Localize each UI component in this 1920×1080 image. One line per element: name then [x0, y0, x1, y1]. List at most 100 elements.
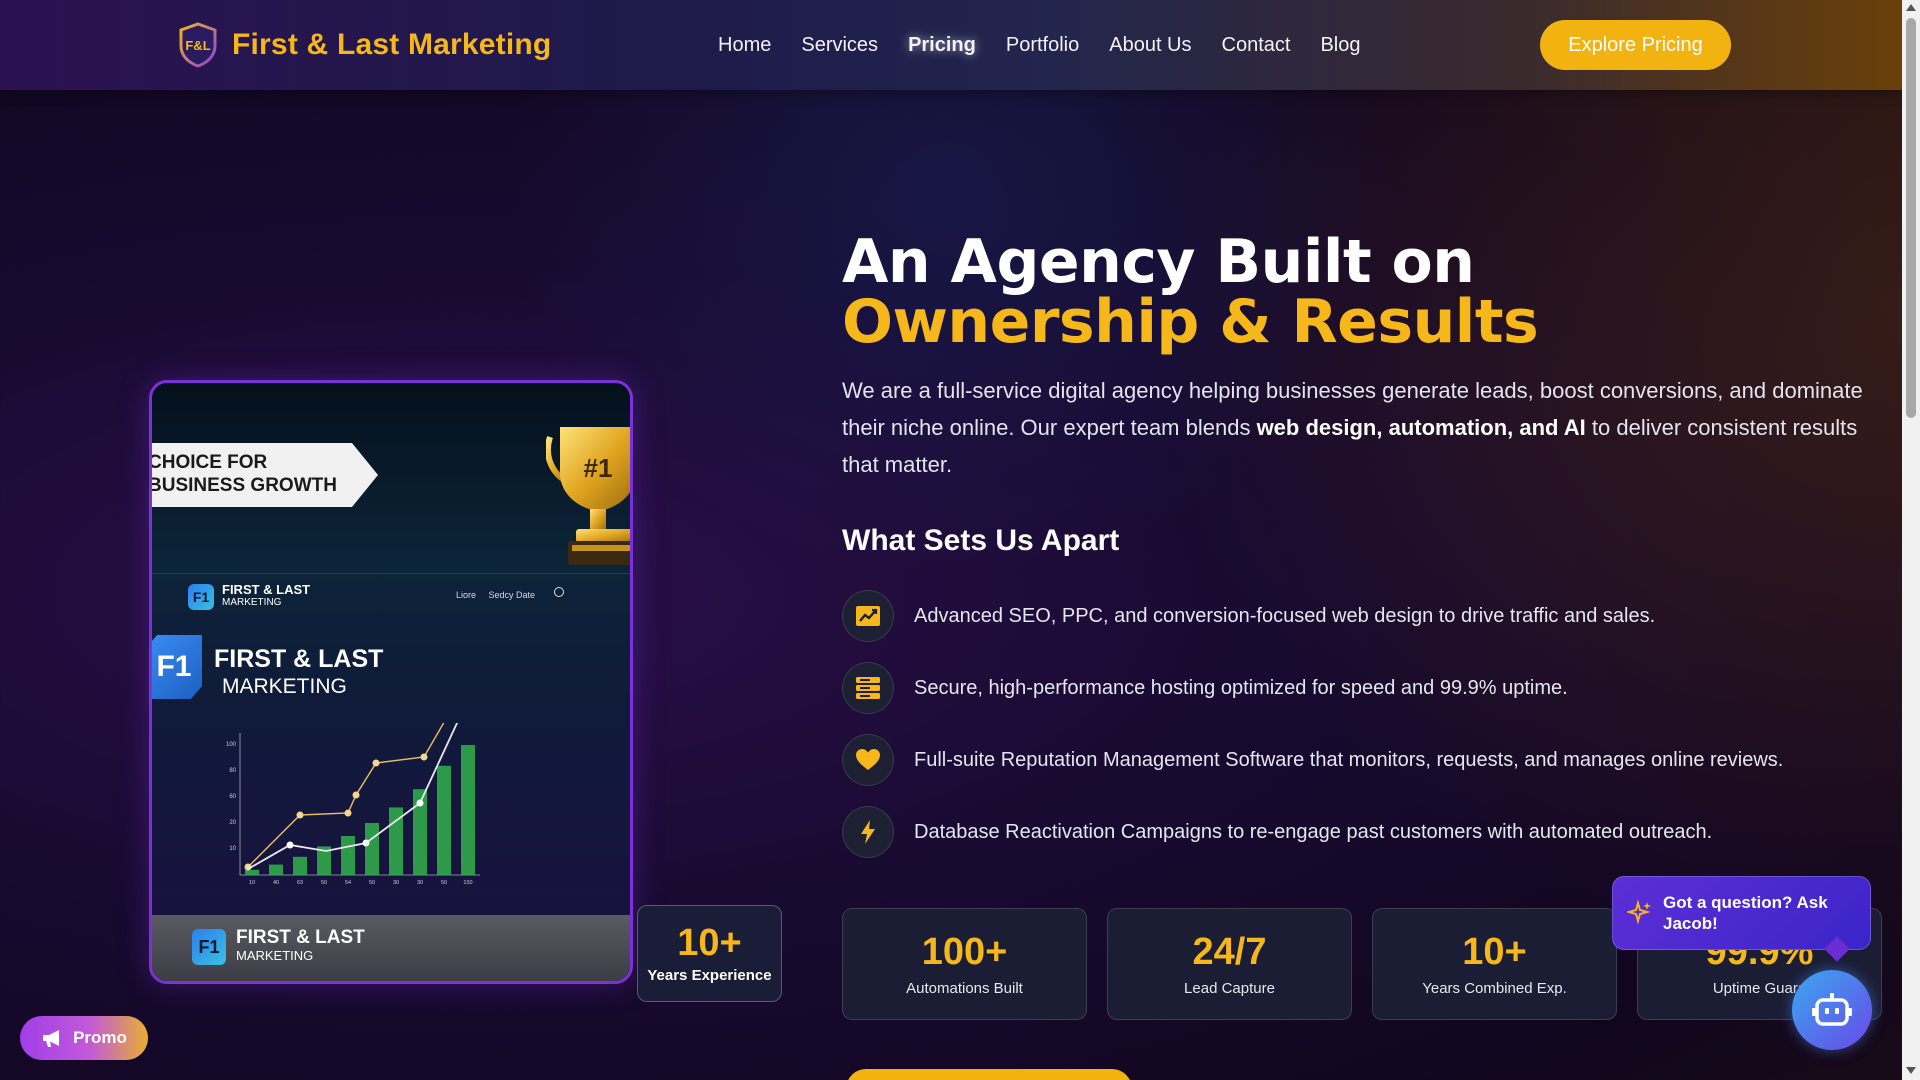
big-brand-sub: MARKETING	[222, 675, 347, 698]
mini-brand: FIRST & LAST MARKETING	[222, 583, 310, 609]
nav-home[interactable]: Home	[718, 34, 771, 57]
stat-card-lead-capture: 24/7 Lead Capture	[1107, 908, 1352, 1020]
feature-text: Database Reactivation Campaigns to re-en…	[914, 820, 1713, 843]
chart-point-gold	[296, 811, 304, 819]
feature-item-reactivation: Database Reactivation Campaigns to re-en…	[842, 806, 1882, 858]
chart-x-tick-label: 50	[441, 880, 447, 886]
experience-label: Years Experience	[647, 967, 772, 984]
feature-text: Secure, high-performance hosting optimiz…	[914, 676, 1568, 699]
chart-bar	[293, 856, 307, 875]
footer-brand-sub: MARKETING	[236, 948, 314, 963]
chart-x-tick-label: 40	[273, 880, 279, 886]
megaphone-icon	[43, 1030, 60, 1047]
ribbon-line1: CHOICE FOR	[149, 452, 268, 473]
chart-x-tick-label: 30	[393, 880, 399, 886]
ribbon-banner: CHOICE FOR BUSINESS GROWTH	[152, 443, 352, 507]
big-brand: FIRST & LAST MARKETING	[214, 645, 383, 701]
chart-y-tick-label: 80	[229, 768, 236, 774]
mini-brand-name: FIRST & LAST	[222, 582, 311, 597]
nav-pricing[interactable]: Pricing	[908, 34, 976, 57]
chat-prompt-text: Got a question? Ask Jacob!	[1663, 893, 1828, 933]
stat-label: Years Combined Exp.	[1422, 979, 1567, 997]
scroll-thumb[interactable]	[1906, 18, 1916, 418]
ribbon-tip	[352, 443, 378, 507]
brand[interactable]: F&L First & Last Marketing	[178, 22, 551, 68]
nav-portfolio[interactable]: Portfolio	[1006, 34, 1079, 57]
bottom-cta-button[interactable]	[846, 1069, 1132, 1080]
stat-value: 100+	[921, 930, 1008, 973]
mini-logo: F1	[188, 584, 214, 610]
brand-name[interactable]: First & Last Marketing	[232, 28, 551, 62]
experience-value: 10+	[677, 922, 742, 964]
stat-label: Lead Capture	[1184, 979, 1275, 997]
chart-bar	[461, 745, 475, 875]
chart-x-tick-label: 50	[369, 880, 375, 886]
footer-logo: F1	[192, 929, 226, 965]
footer-brand: FIRST & LAST MARKETING	[236, 927, 365, 965]
chart-bar	[341, 836, 355, 875]
mini-search-icon	[554, 587, 564, 597]
scroll-down-arrow-icon[interactable]	[1906, 1067, 1916, 1074]
hero-title-line1: An Agency Built on	[842, 227, 1475, 297]
chart-bar	[365, 823, 379, 875]
trophy-icon: #1	[546, 427, 630, 565]
section-title-apart: What Sets Us Apart	[842, 524, 1120, 557]
chart-y-tick-label: 60	[229, 794, 236, 800]
chart-point-gold	[420, 753, 428, 761]
inner-site-nav: F1 FIRST & LAST MARKETING Liore Sedcy Da…	[152, 573, 630, 617]
bolt-icon	[842, 806, 894, 858]
promo-label: Promo	[73, 1028, 127, 1047]
card-footer-strip: F1 FIRST & LAST MARKETING	[152, 915, 630, 981]
chart-x-tick-label: 54	[345, 880, 351, 886]
hero-description: We are a full-service digital agency hel…	[842, 372, 1882, 483]
scroll-up-arrow-icon[interactable]	[1906, 4, 1916, 11]
chart-bar	[245, 869, 259, 875]
hero-desc-bold: web design, automation, and AI	[1256, 415, 1586, 440]
chart-point-gold	[344, 809, 352, 817]
stat-card-years: 10+ Years Combined Exp.	[1372, 908, 1617, 1020]
page-scrollbar[interactable]	[1902, 0, 1920, 1080]
feature-item-seo: Advanced SEO, PPC, and conversion-focuse…	[842, 590, 1882, 642]
sparkle-icon	[1627, 900, 1651, 925]
chart-x-tick-label: 50	[321, 880, 327, 886]
chart-point-white	[362, 839, 370, 847]
brand-logo-text: F&L	[185, 38, 210, 53]
experience-badge: 10+ Years Experience	[637, 905, 782, 1002]
ribbon-line2: BUSINESS GROWTH	[149, 475, 337, 496]
stat-card-automations: 100+ Automations Built	[842, 908, 1087, 1020]
feature-text: Full-suite Reputation Management Softwar…	[914, 748, 1784, 771]
mini-brand-sub: MARKETING	[222, 597, 282, 608]
hero-image-card: CHOICE FOR BUSINESS GROWTH #1 F1 FIRST &…	[149, 380, 633, 984]
growth-chart: 100 80 60 20 10 10 40 63 50 54 50 30 30 50 150	[226, 723, 480, 886]
chart-line-icon	[842, 590, 894, 642]
chart-y-tick-label: 20	[229, 820, 236, 826]
hero-title-line2: Ownership & Results	[842, 287, 1539, 357]
robot-icon	[1812, 993, 1852, 1026]
server-icon	[842, 662, 894, 714]
chart-y-tick-label: 10	[229, 846, 236, 852]
chart-bar	[269, 864, 283, 875]
heart-icon	[842, 734, 894, 786]
footer-brand-name: FIRST & LAST	[236, 927, 365, 948]
stat-label: Uptime Guara	[1712, 979, 1807, 997]
chart-bar	[437, 765, 451, 875]
stat-value: 10+	[1462, 930, 1527, 973]
feature-text: Advanced SEO, PPC, and conversion-focuse…	[914, 604, 1656, 627]
chatbot-launcher-button[interactable]	[1792, 970, 1872, 1050]
nav-about-us[interactable]: About Us	[1109, 34, 1191, 57]
feature-item-reputation: Full-suite Reputation Management Softwar…	[842, 734, 1882, 786]
promo-button[interactable]: Promo	[20, 1016, 148, 1060]
nav-contact[interactable]: Contact	[1222, 34, 1291, 57]
chart-point-gold	[372, 759, 380, 767]
nav-services[interactable]: Services	[801, 34, 878, 57]
explore-pricing-button[interactable]: Explore Pricing	[1540, 20, 1731, 70]
big-brand-name: FIRST & LAST	[214, 645, 384, 673]
nav-blog[interactable]: Blog	[1320, 34, 1360, 57]
chart-point-white	[286, 841, 294, 849]
main-nav: Home Services Pricing Portfolio About Us…	[718, 0, 1360, 90]
chat-prompt-bubble[interactable]: Got a question? Ask Jacob!	[1612, 876, 1871, 950]
chart-point-gold	[352, 791, 360, 799]
brand-shield-logo: F&L	[179, 22, 217, 68]
chart-y-tick-label: 100	[226, 742, 237, 748]
chart-x-tick-label: 150	[463, 880, 472, 886]
